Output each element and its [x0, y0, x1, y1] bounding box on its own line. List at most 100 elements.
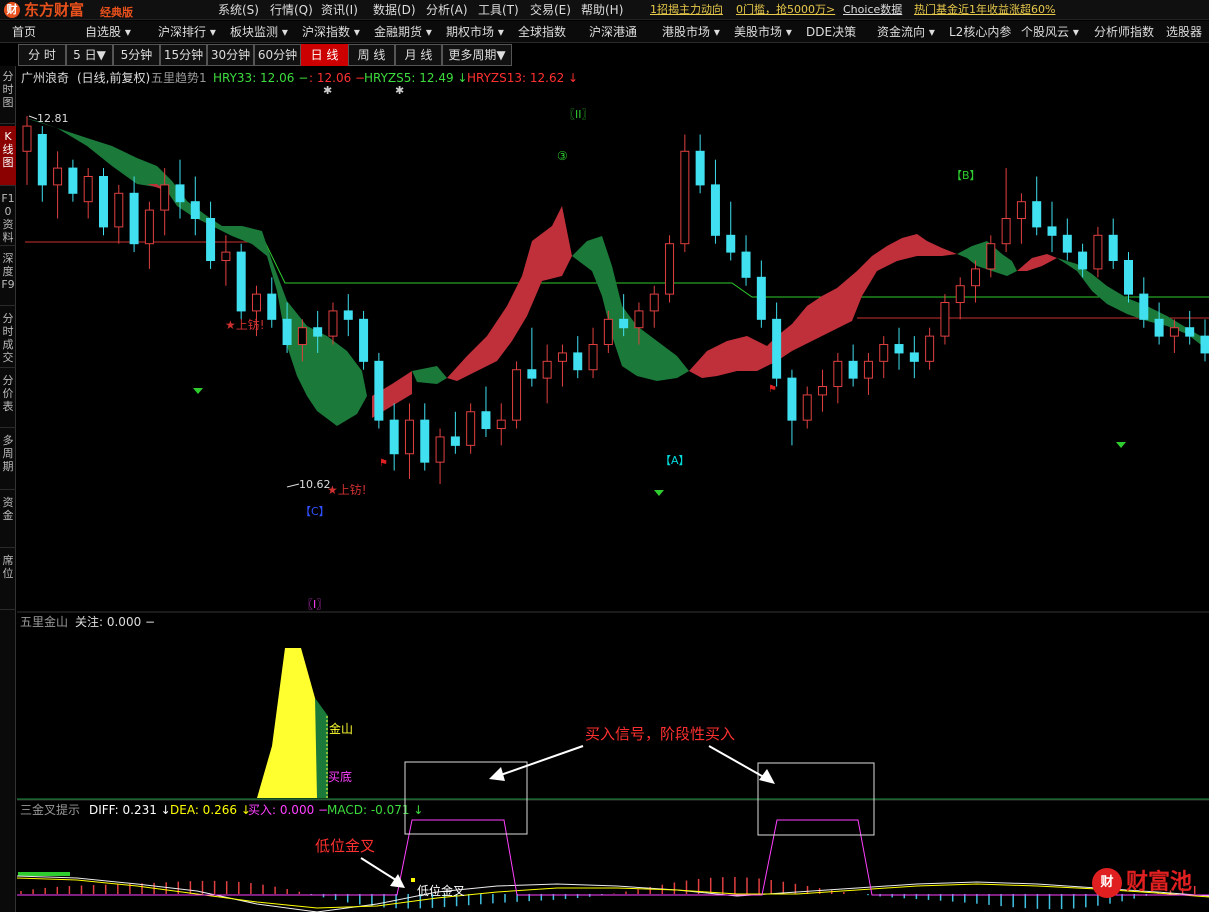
candle-body: [955, 285, 965, 304]
news-link[interactable]: 1招揭主力动向: [650, 0, 723, 20]
candle-body: [726, 234, 736, 253]
period-60min[interactable]: 60分钟: [254, 44, 301, 66]
maidi-area: [315, 698, 328, 798]
candle-body: [221, 251, 231, 262]
candle-body: [971, 268, 981, 287]
period-15min[interactable]: 15分钟: [160, 44, 207, 66]
menu-help[interactable]: 帮助(H): [581, 0, 623, 20]
label-jincha: 低位金叉: [417, 883, 465, 898]
candle-body: [588, 344, 598, 371]
candle-body: [818, 386, 828, 396]
nav-index[interactable]: 沪深指数 ▾: [302, 21, 360, 43]
menu-analysis[interactable]: 分析(A): [426, 0, 468, 20]
candle-body: [1139, 293, 1149, 320]
candle-body: [282, 318, 292, 346]
menu-data[interactable]: 数据(D): [373, 0, 416, 20]
sidebar-item-ticks[interactable]: 分时成交: [0, 308, 16, 368]
label-maidi: 买底: [328, 769, 352, 784]
nav-hk[interactable]: 港股市场 ▾: [662, 21, 720, 43]
candle-body: [1001, 218, 1011, 245]
macd-green-block: [18, 872, 70, 876]
nav-analyst[interactable]: 分析师指数: [1094, 21, 1154, 43]
nav-options[interactable]: 期权市场 ▾: [446, 21, 504, 43]
sidebar-item-fund[interactable]: 资金: [0, 492, 16, 548]
candle-body: [1062, 234, 1072, 253]
menu-system[interactable]: 系统(S): [218, 0, 259, 20]
candle-body: [1016, 201, 1026, 220]
candle-body: [741, 251, 751, 278]
candle-body: [1169, 327, 1179, 337]
sidebar-item-f10[interactable]: F10资料: [0, 188, 16, 246]
period-monthly[interactable]: 月 线: [395, 44, 442, 66]
candle-body: [542, 360, 552, 379]
candle-body: [404, 419, 414, 455]
legend-hryzs13: HRYZS13: 12.62 ↓: [467, 71, 578, 85]
candle-body: [313, 327, 323, 337]
nav-global[interactable]: 全球指数: [518, 21, 566, 43]
marker-i: 〖I〗: [302, 598, 327, 611]
marker-b: 【B】: [951, 169, 981, 182]
candle-body: [848, 360, 858, 379]
sidebar-item-seats[interactable]: 席位: [0, 550, 16, 610]
sidebar-item-intraday[interactable]: 分时图: [0, 66, 16, 124]
nav-fundflow[interactable]: 资金流向 ▾: [877, 21, 935, 43]
news-link[interactable]: 热门基金近1年收益涨超60%: [914, 0, 1055, 20]
nav-screener[interactable]: 选股器: [1166, 21, 1202, 43]
sub-panel-jinshan: 五里金山 关注: 0.000 − 金山 买底: [20, 614, 353, 798]
period-intraday[interactable]: 分 时: [18, 44, 66, 66]
menu-quotes[interactable]: 行情(Q): [270, 0, 313, 20]
nav-stocktalk[interactable]: 个股风云 ▾: [1021, 21, 1079, 43]
candle-body: [53, 167, 63, 186]
nav-dde[interactable]: DDE决策: [806, 21, 856, 43]
star-marker: ✱: [395, 84, 404, 97]
candle-body: [129, 192, 139, 245]
period-5min[interactable]: 5分钟: [113, 44, 160, 66]
news-link[interactable]: 0门槛，抢5000万>: [736, 0, 835, 20]
candle-body: [175, 184, 185, 203]
sidebar-item-kline[interactable]: K线图: [0, 126, 16, 186]
candle-body: [833, 360, 843, 388]
arrow-line: [360, 857, 400, 883]
title-bar: 财 东方财富 经典版 系统(S) 行情(Q) 资讯(I) 数据(D) 分析(A)…: [0, 0, 1209, 20]
candle-body: [680, 150, 690, 245]
sidebar-item-f9[interactable]: 深度F9: [0, 248, 16, 306]
candle-body: [940, 302, 950, 337]
nav-sector[interactable]: 板块监测 ▾: [230, 21, 288, 43]
down-triangle-marker: [1116, 442, 1126, 448]
nav-futures[interactable]: 金融期货 ▾: [374, 21, 432, 43]
marker-three: ③: [557, 149, 568, 163]
period-30min[interactable]: 30分钟: [207, 44, 254, 66]
candle-body: [772, 318, 782, 379]
candle-body: [527, 369, 537, 379]
period-more[interactable]: 更多周期▼: [442, 44, 512, 66]
candle-body: [787, 377, 797, 421]
nav-home[interactable]: 首页: [12, 21, 36, 43]
kline-chart[interactable]: 广州浪奇 (日线,前复权) 五里趋势1 HRY33: 12.06 − : 12.…: [17, 66, 1209, 912]
period-5day[interactable]: 5 日▼: [66, 44, 113, 66]
candle-body: [83, 175, 93, 203]
candle-body: [573, 352, 583, 371]
sidebar-item-multi[interactable]: 多周期: [0, 430, 16, 490]
candle-body: [22, 125, 32, 152]
period-weekly[interactable]: 周 线: [348, 44, 395, 66]
nav-us[interactable]: 美股市场 ▾: [734, 21, 792, 43]
ribbon-green: [412, 366, 447, 384]
candle-body: [68, 167, 78, 194]
news-link[interactable]: Choice数据: [843, 0, 902, 20]
nav-ranking[interactable]: 沪深排行 ▾: [158, 21, 216, 43]
nav-watchlist[interactable]: 自选股 ▾: [85, 21, 131, 43]
candle-body: [1185, 327, 1195, 337]
menu-info[interactable]: 资讯(I): [321, 0, 358, 20]
menu-trade[interactable]: 交易(E): [530, 0, 571, 20]
sidebar-item-pricevol[interactable]: 分价表: [0, 370, 16, 428]
period-daily[interactable]: 日 线: [301, 44, 348, 66]
menu-tools[interactable]: 工具(T): [478, 0, 519, 20]
candle-body: [863, 360, 873, 379]
nav-connect[interactable]: 沪深港通: [589, 21, 637, 43]
nav-l2[interactable]: L2核心内参: [949, 21, 1011, 43]
candle-body: [1032, 201, 1042, 228]
candle-body: [389, 419, 399, 455]
legend-hryzs5: HRYZS5: 12.49 ↓: [364, 71, 467, 85]
legend-macd: MACD: -0.071 ↓: [327, 803, 423, 817]
candle-body: [435, 436, 445, 463]
